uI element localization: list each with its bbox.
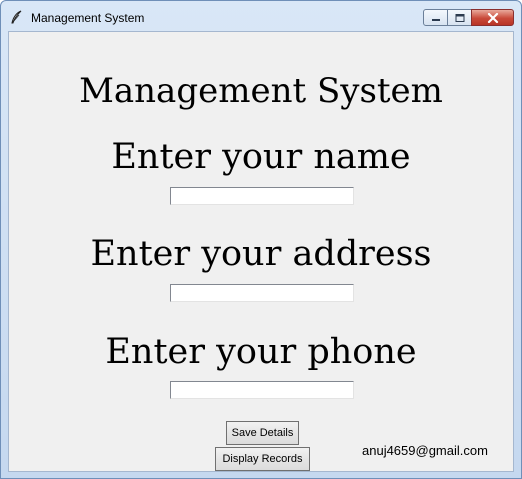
app-window: Management System Management System Ente… bbox=[0, 0, 522, 479]
name-label: Enter your name bbox=[111, 137, 411, 177]
window-title: Management System bbox=[31, 11, 145, 25]
minimize-icon bbox=[431, 18, 440, 21]
main-panel: Management System Enter your name Enter … bbox=[8, 31, 514, 472]
save-details-button[interactable]: Save Details bbox=[226, 421, 299, 445]
minimize-button[interactable] bbox=[423, 9, 448, 26]
contact-email: anuj4659@gmail.com bbox=[362, 443, 488, 458]
phone-label: Enter your phone bbox=[105, 332, 417, 372]
title-bar[interactable]: Management System bbox=[1, 1, 521, 31]
close-button[interactable] bbox=[471, 9, 514, 26]
phone-input[interactable] bbox=[170, 381, 354, 399]
address-input[interactable] bbox=[170, 284, 354, 302]
page-title: Management System bbox=[79, 71, 443, 111]
maximize-button[interactable] bbox=[447, 9, 472, 26]
display-records-button[interactable]: Display Records bbox=[215, 447, 310, 471]
close-icon bbox=[487, 12, 498, 23]
address-label: Enter your address bbox=[90, 234, 432, 274]
feather-icon bbox=[10, 10, 24, 24]
maximize-icon bbox=[455, 13, 464, 22]
caption-buttons bbox=[423, 9, 514, 26]
name-input[interactable] bbox=[170, 187, 354, 205]
